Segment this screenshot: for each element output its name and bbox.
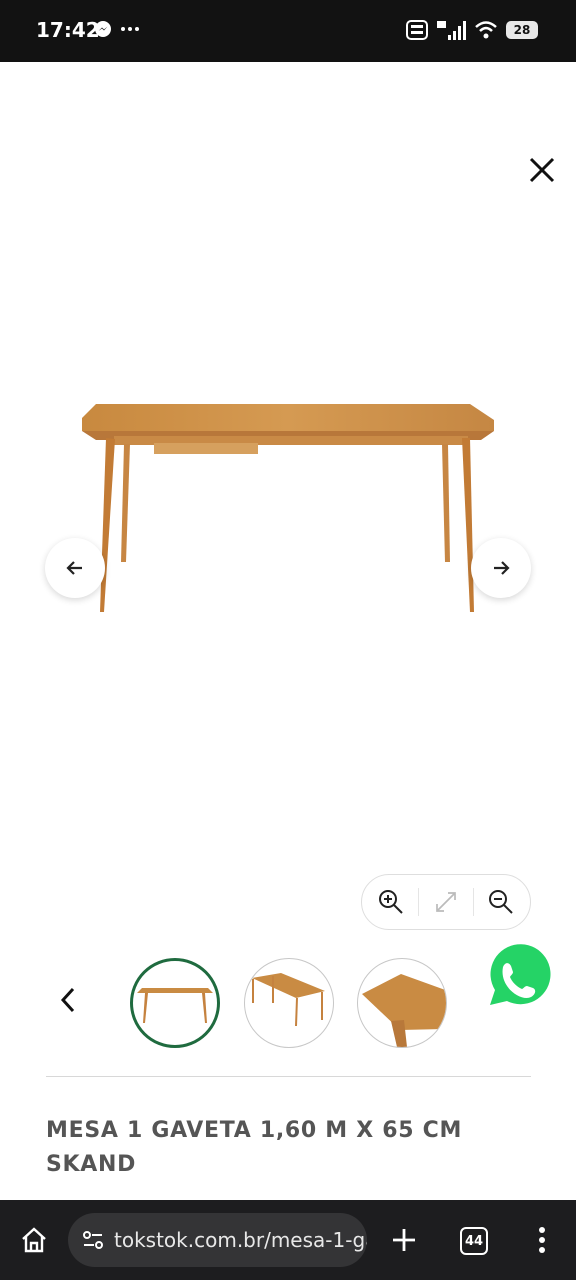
zoom-controls: [361, 874, 531, 930]
next-image-button[interactable]: [471, 538, 531, 598]
tune-icon[interactable]: [80, 1227, 106, 1253]
zoom-divider: [473, 888, 474, 916]
status-left-icons: [94, 20, 140, 38]
table-angle-thumbnail-icon: [252, 973, 325, 1027]
fit-screen-icon[interactable]: [431, 887, 461, 917]
table-corner-thumbnail-icon: [362, 974, 446, 1047]
zoom-in-icon[interactable]: [376, 887, 406, 917]
status-right-icons: 28: [406, 19, 538, 41]
thumbnail-table-front-view[interactable]: [130, 958, 220, 1048]
url-text[interactable]: tokstok.com.br/mesa-1-ga: [114, 1228, 367, 1252]
more-dots-icon: [121, 27, 139, 31]
home-icon[interactable]: [16, 1222, 52, 1258]
previous-image-button[interactable]: [45, 538, 105, 598]
wifi-icon: [475, 21, 497, 39]
thumbnail-table-angle-view[interactable]: [244, 958, 334, 1048]
arrow-right-icon: [494, 561, 510, 575]
close-icon[interactable]: [522, 150, 562, 190]
whatsapp-icon[interactable]: [478, 940, 554, 1016]
status-time: 17:42: [36, 18, 100, 42]
table-front-thumbnail-icon: [137, 988, 213, 1023]
arrow-left-icon: [66, 561, 82, 575]
address-bar[interactable]: tokstok.com.br/mesa-1-ga: [68, 1213, 367, 1267]
battery-icon: 28: [506, 21, 538, 39]
browser-bottom-bar: tokstok.com.br/mesa-1-ga 44: [0, 1200, 576, 1280]
messenger-icon: [95, 21, 111, 37]
product-main-image[interactable]: [78, 398, 498, 618]
thumbnail-table-corner-detail[interactable]: [357, 958, 447, 1048]
thumbnail-previous-button[interactable]: [50, 980, 86, 1020]
tabs-count-button[interactable]: 44: [460, 1227, 488, 1255]
more-vertical-icon[interactable]: [528, 1222, 556, 1258]
zoom-out-icon[interactable]: [486, 887, 516, 917]
5g-signal-icon: [437, 21, 466, 40]
status-bar: 17:42 28: [0, 0, 576, 62]
plus-icon[interactable]: [386, 1222, 422, 1258]
volte-icon: [406, 20, 428, 40]
product-title: MESA 1 GAVETA 1,60 M X 65 CM SKAND: [46, 1118, 463, 1177]
product-image-viewer: MESA 1 GAVETA 1,60 M X 65 CM SKAND: [0, 62, 576, 1200]
chevron-left-icon: [60, 987, 75, 1013]
zoom-divider: [418, 888, 419, 916]
content-divider: [46, 1076, 531, 1077]
